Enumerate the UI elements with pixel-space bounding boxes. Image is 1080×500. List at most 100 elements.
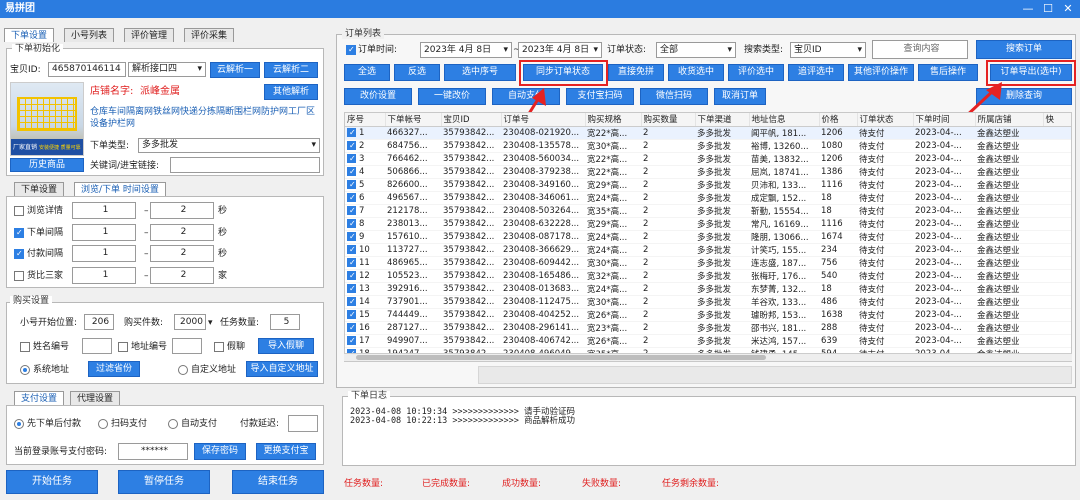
name-number-input[interactable] [82, 338, 112, 354]
table-row[interactable]: 14 737901...35793842...230408-112475...宽3… [345, 295, 1071, 309]
column-header[interactable]: 快 [1043, 113, 1071, 127]
row-checkbox[interactable] [347, 231, 356, 241]
table-row[interactable]: 8 238013...35793842...230408-632228...宽29… [345, 217, 1071, 231]
pay-interval-checkbox[interactable] [14, 249, 24, 259]
order-interval-min[interactable]: 1 [72, 224, 136, 241]
order-type-select[interactable]: 多多批发 ▾ [138, 138, 320, 153]
row-checkbox[interactable] [347, 244, 356, 254]
confirm-receipt-button[interactable]: 收货选中 [668, 64, 724, 81]
column-header[interactable]: 地址信息 [749, 113, 820, 127]
select-by-number-button[interactable]: 选中序号 [444, 64, 516, 81]
row-checkbox[interactable] [347, 127, 356, 137]
chevron-down-icon[interactable]: ▾ [208, 317, 213, 329]
cloud-parse-1-button[interactable]: 云解析一 [210, 62, 260, 78]
row-checkbox[interactable] [347, 179, 356, 189]
addr-number-input[interactable] [172, 338, 202, 354]
table-row[interactable]: 10 113727...35793842...230408-366629...宽2… [345, 243, 1071, 257]
start-pos-input[interactable]: 206 [84, 314, 114, 330]
import-fake-chat-button[interactable]: 导入假聊 [258, 338, 314, 354]
column-header[interactable]: 下单渠道 [695, 113, 750, 127]
column-header[interactable]: 购买数量 [641, 113, 696, 127]
custom-address-radio[interactable] [178, 365, 188, 375]
tab-proxy-settings[interactable]: 代理设置 [70, 391, 121, 405]
buy-count-input[interactable]: 2000 [174, 314, 206, 330]
fake-chat-checkbox[interactable] [214, 342, 224, 352]
auto-pay-radio[interactable] [168, 419, 178, 429]
compare-shops-checkbox[interactable] [14, 271, 24, 281]
query-input[interactable]: 查询内容 [872, 40, 968, 59]
table-row[interactable]: 5 826600...35793842...230408-349160...宽29… [345, 178, 1071, 192]
table-row[interactable]: 9 157610...35793842...230408-087178...宽24… [345, 230, 1071, 244]
compare-shops-max[interactable]: 2 [150, 267, 214, 284]
column-header[interactable]: 序号 [345, 113, 386, 127]
row-checkbox[interactable] [347, 257, 356, 267]
one-click-price-button[interactable]: 一键改价 [418, 88, 486, 105]
date-to-picker[interactable]: 2023年 4月 8日 ▾ [518, 42, 602, 58]
filter-province-button[interactable]: 过滤省份 [88, 361, 140, 377]
qr-pay-radio[interactable] [98, 419, 108, 429]
pay-interval-min[interactable]: 1 [72, 245, 136, 262]
cancel-order-button[interactable]: 取消订单 [714, 88, 766, 105]
price-settings-button[interactable]: 改价设置 [344, 88, 412, 105]
follow-review-button[interactable]: 追评选中 [788, 64, 844, 81]
wechat-scan-button[interactable]: 微信扫码 [640, 88, 708, 105]
column-header[interactable]: 订单状态 [857, 113, 914, 127]
invert-selection-button[interactable]: 反选 [394, 64, 440, 81]
search-order-button[interactable]: 搜索订单 [976, 40, 1072, 59]
parse-interface-select[interactable]: 解析接口四 ▾ [128, 62, 206, 77]
table-row[interactable]: 3 766462...35793842...230408-560034...宽22… [345, 152, 1071, 166]
alipay-scan-button[interactable]: 支付宝扫码 [566, 88, 634, 105]
order-interval-max[interactable]: 2 [150, 224, 214, 241]
tab-order-settings[interactable]: 下单设置 [4, 28, 55, 42]
column-header[interactable]: 购买规格 [585, 113, 642, 127]
column-header[interactable]: 下单帐号 [385, 113, 442, 127]
change-alipay-button[interactable]: 更换支付宝 [256, 443, 316, 460]
select-all-button[interactable]: 全选 [344, 64, 390, 81]
system-address-radio[interactable] [20, 365, 30, 375]
row-checkbox[interactable] [347, 283, 356, 293]
review-selected-button[interactable]: 评价选中 [728, 64, 784, 81]
row-checkbox[interactable] [347, 166, 356, 176]
order-status-select[interactable]: 全部 ▾ [656, 42, 736, 58]
direct-free-group-button[interactable]: 直接免拼 [608, 64, 664, 81]
tab-browse-time-settings[interactable]: 浏览/下单 时间设置 [74, 182, 166, 196]
cloud-parse-2-button[interactable]: 云解析二 [264, 62, 318, 78]
row-checkbox[interactable] [347, 322, 356, 332]
row-checkbox[interactable] [347, 140, 356, 150]
tab-review-collect[interactable]: 评价采集 [184, 28, 235, 42]
tab-pay-settings[interactable]: 支付设置 [14, 391, 65, 405]
row-checkbox[interactable] [347, 153, 356, 163]
order-time-checkbox[interactable] [346, 45, 356, 55]
pay-later-radio[interactable] [14, 419, 24, 429]
table-row[interactable]: 4 506866...35793842...230408-379238...宽22… [345, 165, 1071, 179]
table-row[interactable]: 17 949907...35793842...230408-406742...宽2… [345, 334, 1071, 348]
scrollbar-thumb[interactable] [356, 355, 766, 360]
table-row[interactable]: 15 744449...35793842...230408-404252...宽2… [345, 308, 1071, 322]
browse-detail-checkbox[interactable] [14, 206, 24, 216]
compare-shops-min[interactable]: 1 [72, 267, 136, 284]
addr-number-checkbox[interactable] [118, 342, 128, 352]
minimize-icon[interactable]: — [1018, 0, 1038, 18]
row-checkbox[interactable] [347, 309, 356, 319]
maximize-icon[interactable]: ☐ [1038, 0, 1058, 18]
column-header[interactable]: 下单时间 [913, 113, 976, 127]
pause-task-button[interactable]: 暂停任务 [118, 470, 210, 494]
tab-review-management[interactable]: 评价管理 [124, 28, 175, 42]
row-checkbox[interactable] [347, 335, 356, 345]
pay-password-input[interactable]: ****** [118, 443, 188, 460]
save-password-button[interactable]: 保存密码 [194, 443, 246, 460]
row-checkbox[interactable] [347, 192, 356, 202]
browse-detail-max[interactable]: 2 [150, 202, 214, 219]
table-row[interactable]: 6 496567...35793842...230408-346061...宽24… [345, 191, 1071, 205]
row-checkbox[interactable] [347, 270, 356, 280]
row-checkbox[interactable] [347, 218, 356, 228]
browse-detail-min[interactable]: 1 [72, 202, 136, 219]
other-parse-button[interactable]: 其他解析 [264, 84, 318, 100]
column-header[interactable]: 宝贝ID [441, 113, 502, 127]
baby-id-input[interactable]: 465870146114 [48, 62, 126, 77]
column-header[interactable]: 订单号 [501, 113, 586, 127]
pay-interval-max[interactable]: 2 [150, 245, 214, 262]
name-number-checkbox[interactable] [20, 342, 30, 352]
import-custom-address-button[interactable]: 导入自定义地址 [246, 361, 318, 377]
row-checkbox[interactable] [347, 205, 356, 215]
